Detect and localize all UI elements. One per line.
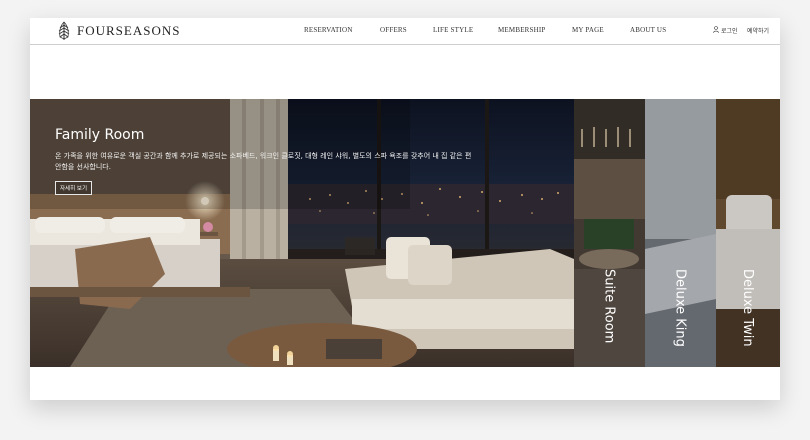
nav-reservation[interactable]: RESERVATION — [304, 26, 353, 34]
nav-membership[interactable]: MEMBERSHIP — [498, 26, 546, 34]
login-link[interactable]: 로그인 — [713, 26, 738, 35]
tree-leaf-logo-icon — [57, 21, 71, 41]
room-hero-slider: Family Room 온 가족을 위한 여유로운 객실 공간과 함께 추가로 … — [30, 99, 780, 367]
room-label-deluxe-king: Deluxe King — [672, 269, 688, 347]
room-panel-deluxe-twin[interactable]: Deluxe Twin — [716, 99, 780, 367]
reserve-link[interactable]: 예약하기 — [747, 26, 769, 35]
nav-my-page[interactable]: MY PAGE — [572, 26, 604, 34]
room-description: 온 가족을 위한 여유로운 객실 공간과 함께 추가로 제공되는 소파베드, 워… — [55, 152, 472, 171]
nav-offers[interactable]: OFFERS — [380, 26, 407, 34]
room-panel-family[interactable]: Family Room 온 가족을 위한 여유로운 객실 공간과 함께 추가로 … — [30, 99, 574, 367]
room-label-suite: Suite Room — [601, 269, 617, 344]
brand-logo[interactable]: FOURSEASONS — [57, 21, 180, 41]
room-label-deluxe-twin: Deluxe Twin — [740, 269, 755, 347]
nav-about-us[interactable]: ABOUT US — [630, 26, 666, 34]
nav-life-style[interactable]: LIFE STYLE — [433, 26, 473, 34]
login-label: 로그인 — [721, 28, 738, 35]
room-panel-deluxe-king[interactable]: Deluxe King — [645, 99, 716, 367]
room-title: Family Room — [55, 127, 145, 143]
brand-name: FOURSEASONS — [77, 23, 181, 38]
page-frame: FOURSEASONS RESERVATION OFFERS LIFE STYL… — [30, 18, 780, 400]
site-header: FOURSEASONS RESERVATION OFFERS LIFE STYL… — [30, 18, 780, 45]
room-panel-suite[interactable]: Suite Room — [574, 99, 645, 367]
user-icon — [713, 26, 721, 35]
view-details-button[interactable]: 자세히 보기 — [55, 181, 93, 195]
